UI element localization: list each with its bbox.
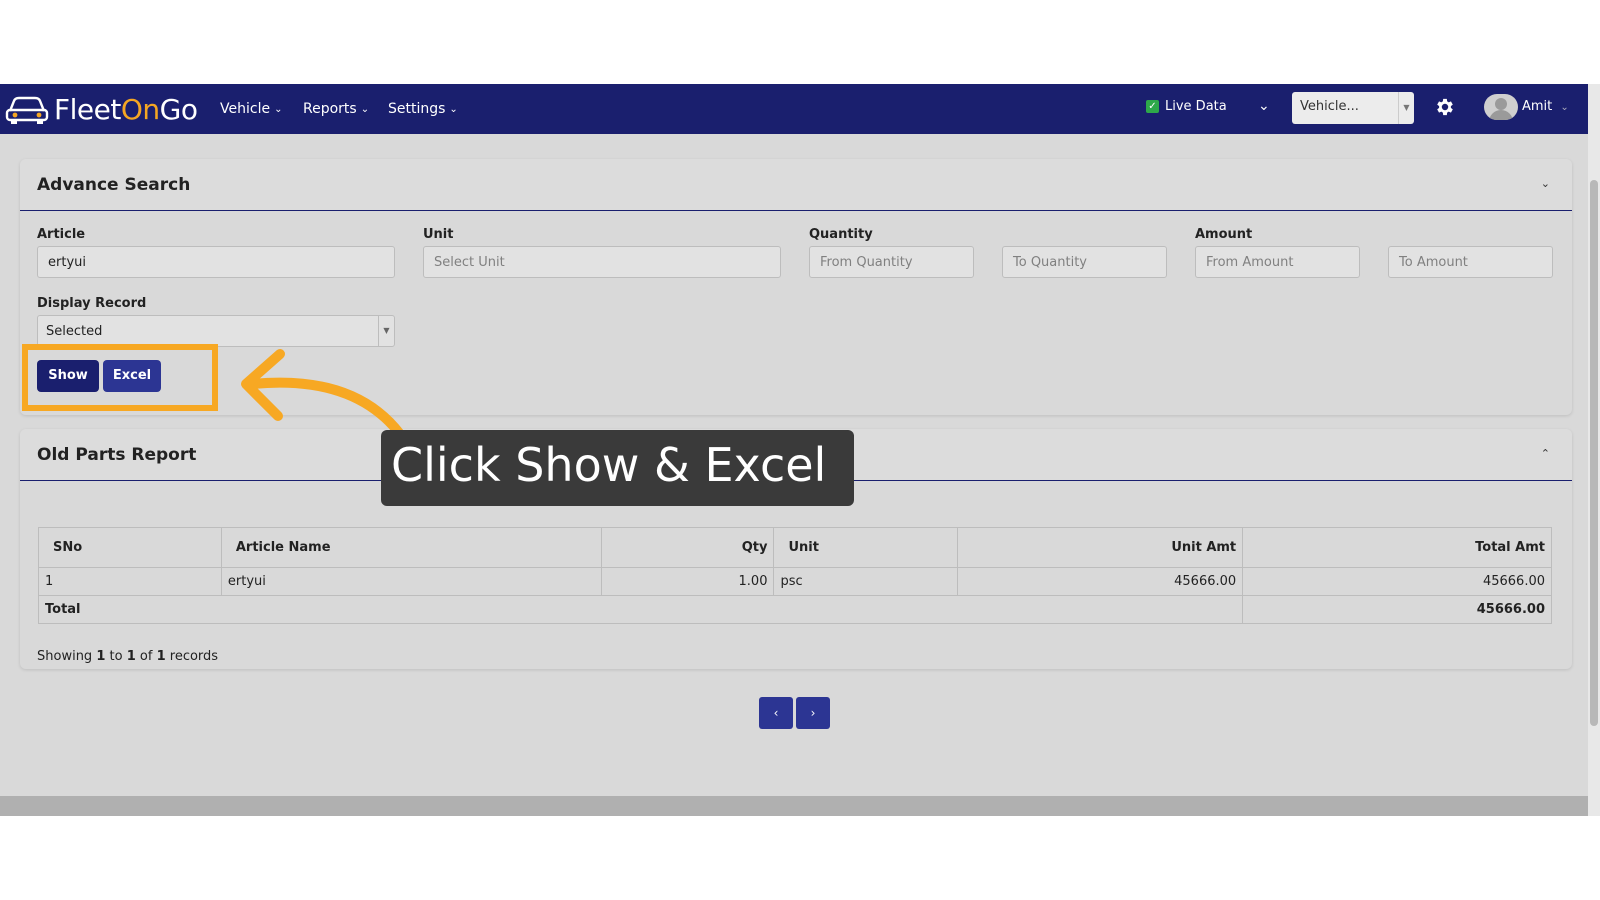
records-summary: Showing 1 to 1 of 1 records (37, 649, 218, 664)
horizontal-scrollbar[interactable] (0, 796, 1588, 816)
cell-total-amt: 45666.00 (1242, 567, 1552, 596)
avatar-head (1495, 98, 1507, 110)
showing-to-word: to (109, 649, 123, 664)
callout-text: Click Show & Excel (391, 438, 827, 492)
brand-name: FleetOnGo (54, 92, 198, 126)
advance-search-header[interactable]: Advance Search ⌄ (20, 159, 1572, 211)
col-total-amt[interactable]: Total Amt (1242, 527, 1552, 568)
col-unit-amt[interactable]: Unit Amt (957, 527, 1244, 568)
total-label: Total (37, 595, 1244, 624)
unit-label: Unit (423, 227, 454, 242)
amount-label: Amount (1195, 227, 1253, 242)
nav-settings-label: Settings (388, 101, 446, 117)
nav-reports-label: Reports (303, 101, 357, 117)
arrow-icon (241, 349, 405, 438)
car-icon (5, 96, 49, 124)
col-qty[interactable]: Qty (600, 527, 775, 568)
table-total-row: Total 45666.00 (37, 595, 1552, 624)
avatar-body (1489, 110, 1513, 120)
table-header-row: SNo Article Name Qty Unit Unit Amt Total… (38, 527, 1552, 568)
to-quantity-input[interactable]: To Quantity (1002, 246, 1167, 278)
live-data-toggle[interactable]: ✓ Live Data (1146, 99, 1227, 114)
gear-icon[interactable] (1434, 96, 1456, 118)
showing-prefix: Showing (37, 649, 93, 664)
tutorial-callout: Click Show & Excel (381, 430, 854, 506)
quantity-label: Quantity (809, 227, 873, 242)
col-sno[interactable]: SNo (38, 527, 222, 568)
cell-sno: 1 (38, 567, 222, 596)
live-data-label: Live Data (1165, 99, 1227, 114)
highlight-box (22, 344, 218, 411)
showing-from: 1 (96, 649, 106, 664)
cell-unit: psc (773, 567, 959, 596)
article-label: Article (37, 227, 86, 242)
user-menu[interactable]: Amit ⌄ (1522, 99, 1569, 114)
cell-unit-amt: 45666.00 (957, 567, 1244, 596)
showing-of-word: of (139, 649, 153, 664)
chevron-down-icon: ⌄ (449, 103, 458, 115)
report-table: SNo Article Name Qty Unit Unit Amt Total… (37, 527, 1552, 624)
from-amount-input[interactable]: From Amount (1195, 246, 1360, 278)
vertical-scrollbar[interactable] (1588, 84, 1600, 816)
total-value: 45666.00 (1242, 595, 1552, 624)
from-quantity-input[interactable]: From Quantity (809, 246, 974, 278)
vehicle-select[interactable]: Vehicle... ▼ (1292, 92, 1414, 124)
chevron-down-icon: ⌄ (274, 103, 283, 115)
cell-qty: 1.00 (600, 567, 775, 596)
chevron-down-icon: ⌄ (1560, 102, 1569, 113)
caret-down-icon: ▼ (1398, 92, 1414, 124)
col-unit[interactable]: Unit (773, 527, 959, 568)
avatar[interactable] (1484, 94, 1518, 120)
vehicle-select-value: Vehicle... (1300, 99, 1359, 114)
top-navbar: FleetOnGo Vehicle ⌄ Reports ⌄ Settings ⌄… (0, 84, 1588, 134)
chevron-down-icon[interactable]: ⌄ (1541, 177, 1550, 190)
to-amount-input[interactable]: To Amount (1388, 246, 1553, 278)
nav-vehicle-menu[interactable]: Vehicle ⌄ (220, 84, 282, 134)
showing-suffix: records (169, 649, 219, 664)
display-record-label: Display Record (37, 296, 147, 311)
nav-reports-menu[interactable]: Reports ⌄ (303, 84, 369, 134)
scrollbar-thumb[interactable] (1590, 180, 1598, 726)
showing-to: 1 (126, 649, 136, 664)
unit-select[interactable]: Select Unit (423, 246, 781, 278)
showing-total: 1 (156, 649, 166, 664)
caret-down-icon: ▼ (378, 316, 394, 346)
user-name: Amit (1522, 99, 1553, 114)
nav-vehicle-label: Vehicle (220, 101, 271, 117)
chevron-up-icon[interactable]: ⌃ (1541, 447, 1550, 460)
chevron-down-icon: ⌄ (360, 103, 370, 115)
checkbox-checked-icon: ✓ (1146, 100, 1159, 113)
display-record-select[interactable]: Selected ▼ (37, 315, 395, 347)
report-title: Old Parts Report (37, 445, 197, 465)
display-record-value: Selected (46, 324, 103, 339)
prev-page-button[interactable]: ‹ (759, 697, 793, 729)
col-article-name[interactable]: Article Name (220, 527, 602, 568)
advance-search-title: Advance Search (37, 175, 191, 195)
live-data-dropdown-icon[interactable]: ⌄ (1258, 98, 1270, 114)
table-row: 1 ertyui 1.00 psc 45666.00 45666.00 (38, 567, 1552, 596)
nav-settings-menu[interactable]: Settings ⌄ (388, 84, 458, 134)
cell-article: ertyui (220, 567, 602, 596)
next-page-button[interactable]: › (796, 697, 830, 729)
article-input[interactable]: ertyui (37, 246, 395, 278)
brand-logo[interactable]: FleetOnGo (4, 90, 198, 128)
